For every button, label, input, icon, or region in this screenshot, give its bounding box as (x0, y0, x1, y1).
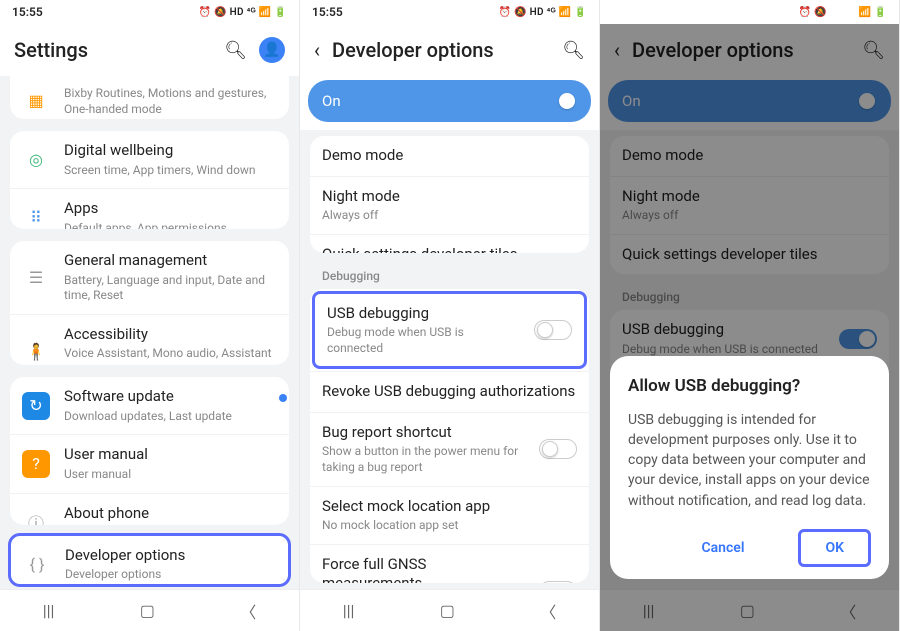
apps-icon: ⠿ (22, 204, 50, 229)
advanced-icon: ▦ (22, 87, 50, 115)
row-user-manual[interactable]: ? User manualUser manual (10, 434, 289, 492)
search-icon[interactable]: 🔍︎ (562, 40, 585, 61)
nav-home[interactable]: ▢ (440, 601, 455, 620)
profile-avatar[interactable]: 👤 (259, 37, 285, 63)
accessibility-icon: 🧍 (22, 337, 50, 365)
row-demo-mode[interactable]: Demo mode (310, 136, 589, 176)
cancel-button[interactable]: Cancel (684, 530, 763, 566)
row-quick-tiles[interactable]: Quick settings developer tiles (310, 234, 589, 253)
dialog-title: Allow USB debugging? (628, 376, 871, 396)
section-debugging: Debugging (306, 259, 593, 289)
nav-recents[interactable]: ||| (43, 601, 55, 620)
row-sub: Bixby Routines, Motions and gestures, On… (64, 86, 277, 117)
row-revoke-auth[interactable]: Revoke USB debugging authorizations (310, 371, 589, 412)
row-software-update[interactable]: ↻ Software updateDownload updates, Last … (10, 377, 289, 434)
row-bug-report[interactable]: Bug report shortcutShow a button in the … (310, 412, 589, 486)
search-icon[interactable]: 🔍︎ (224, 40, 247, 61)
status-time: 15:55 (12, 5, 43, 19)
row-general-management[interactable]: ☰ General managementBattery, Language an… (10, 241, 289, 314)
manual-icon: ? (22, 450, 50, 478)
nav-back[interactable]: 〈 (240, 599, 256, 623)
developer-icon: { } (23, 550, 51, 578)
general-icon: ☰ (22, 263, 50, 291)
nav-back[interactable]: 〈 (540, 599, 556, 623)
toggle-on-icon (539, 91, 577, 111)
row-developer-options[interactable]: { } Developer optionsDeveloper options (11, 536, 288, 588)
row-mock-location[interactable]: Select mock location appNo mock location… (310, 486, 589, 544)
panel-developer-options: 15:55 ⏰ 🔕 HD ⁴ᴳ 📶 🔋 ‹ Developer options … (300, 0, 600, 631)
update-icon: ↻ (22, 392, 50, 420)
status-icons: ⏰ 🔕 HD ⁴ᴳ 📶 🔋 (199, 7, 287, 18)
bugreport-toggle[interactable] (539, 439, 577, 459)
settings-header: Settings 🔍︎ 👤 (0, 24, 299, 76)
nav-home[interactable]: ▢ (140, 601, 155, 620)
ok-button[interactable]: OK (798, 529, 871, 567)
row-usb-debugging[interactable]: USB debuggingDebug mode when USB is conn… (312, 291, 587, 370)
nav-bar: ||| ▢ 〈 (300, 589, 599, 631)
nav-recents[interactable]: ||| (343, 601, 355, 620)
dev-header: ‹ Developer options 🔍︎ (300, 24, 599, 76)
nav-bar: ||| ▢ 〈 (0, 589, 299, 631)
row-digital-wellbeing[interactable]: ◎ Digital wellbeingScreen time, App time… (10, 131, 289, 188)
notification-dot (279, 394, 287, 402)
row-gnss[interactable]: Force full GNSS measurementsTrack all GN… (310, 544, 589, 583)
panel-settings: 15:55 ⏰ 🔕 HD ⁴ᴳ 📶 🔋 Settings 🔍︎ 👤 ▦ Bixb… (0, 0, 300, 631)
row-night-mode[interactable]: Night modeAlways off (310, 176, 589, 234)
status-bar: 15:55 ⏰ 🔕 HD ⁴ᴳ 📶 🔋 (300, 0, 599, 24)
row-advanced-features[interactable]: ▦ Bixby Routines, Motions and gestures, … (10, 76, 289, 119)
about-icon: ⓘ (22, 508, 50, 524)
wellbeing-icon: ◎ (22, 146, 50, 174)
status-bar: 15:55 ⏰ 🔕 HD ⁴ᴳ 📶 🔋 (0, 0, 299, 24)
row-apps[interactable]: ⠿ AppsDefault apps, App permissions (10, 188, 289, 229)
master-toggle[interactable]: On (308, 80, 591, 122)
row-accessibility[interactable]: 🧍 AccessibilityVoice Assistant, Mono aud… (10, 314, 289, 366)
usb-toggle[interactable] (534, 320, 572, 340)
usb-debugging-dialog: Allow USB debugging? USB debugging is in… (610, 356, 889, 579)
page-title: Settings (14, 38, 212, 62)
gnss-toggle[interactable] (539, 581, 577, 583)
row-about-phone[interactable]: ⓘ About phoneStatus, Legal information, … (10, 493, 289, 525)
back-icon[interactable]: ‹ (314, 38, 320, 62)
panel-usb-dialog: 15:55 ⏰ 🔕 HD ⁴ᴳ 📶 🔋 ‹ Developer options … (600, 0, 900, 631)
dialog-body: USB debugging is intended for developmen… (628, 410, 871, 511)
